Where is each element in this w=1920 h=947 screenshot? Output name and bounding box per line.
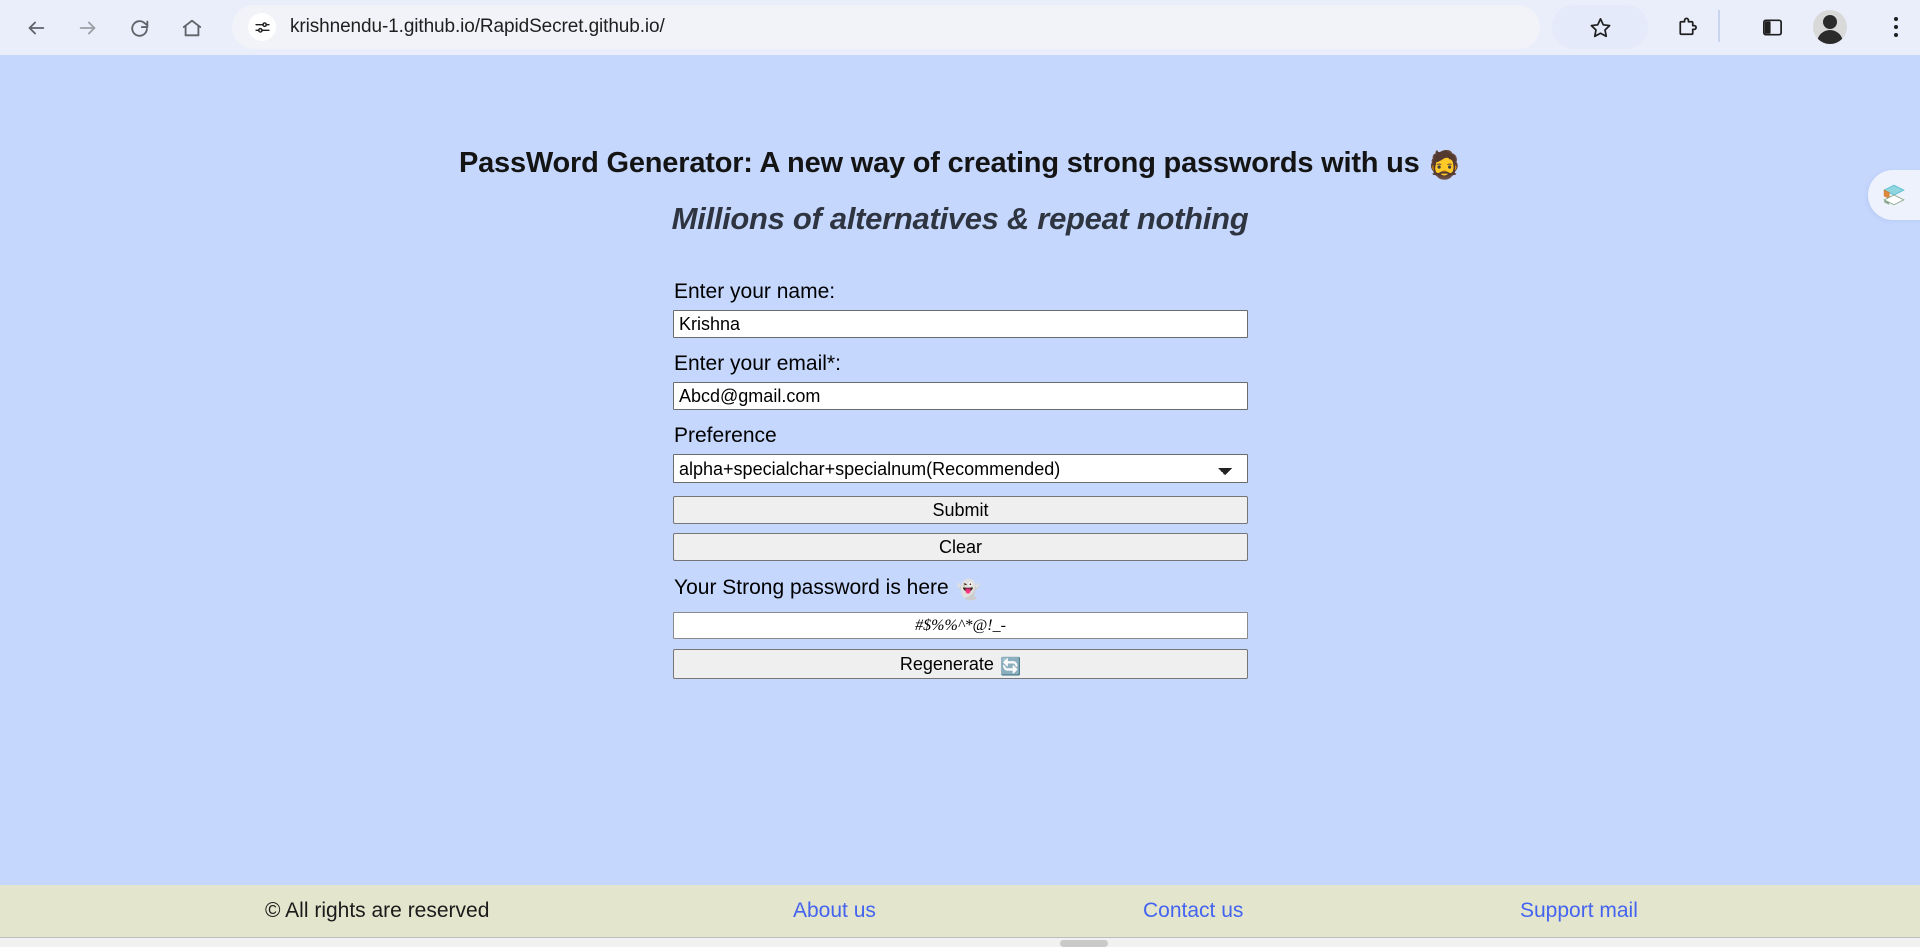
side-panel-button[interactable] [1750, 5, 1794, 49]
horizontal-scrollbar-thumb[interactable] [1060, 940, 1108, 947]
kebab-dot-3 [1894, 33, 1898, 37]
password-generator-form: Enter your name: Enter your email*: Pref… [673, 279, 1248, 688]
puzzle-piece-icon [1678, 17, 1697, 35]
side-tab-button[interactable] [1868, 170, 1920, 220]
side-panel-icon [1762, 18, 1782, 36]
page-content: PassWord Generator: A new way of creatin… [0, 55, 1920, 947]
clear-button[interactable]: Clear [673, 533, 1248, 561]
result-label: Your Strong password is here 👻 [674, 575, 1248, 604]
chrome-menu-button[interactable] [1874, 5, 1918, 49]
tune-icon [254, 21, 270, 33]
result-label-text: Your Strong password is here [674, 576, 949, 599]
horizontal-scrollbar[interactable] [0, 937, 1920, 947]
browser-toolbar: krishnendu-1.github.io/RapidSecret.githu… [0, 0, 1920, 55]
avatar-head [1823, 15, 1837, 29]
kebab-dot-2 [1894, 25, 1898, 29]
back-button[interactable] [14, 6, 58, 50]
layers-stack-icon [1883, 184, 1905, 206]
extensions-button[interactable] [1664, 5, 1708, 49]
star-icon [1590, 17, 1610, 37]
bearded-person-icon: 🧔 [1427, 150, 1462, 180]
preference-label: Preference [674, 424, 777, 447]
copyright-text: © All rights are reserved [265, 899, 490, 922]
profile-avatar[interactable] [1813, 10, 1847, 44]
address-bar[interactable]: krishnendu-1.github.io/RapidSecret.githu… [232, 5, 1540, 49]
footer-link-contact-us[interactable]: Contact us [1143, 899, 1243, 923]
footer-link-support-mail[interactable]: Support mail [1520, 899, 1638, 923]
email-input[interactable] [673, 382, 1248, 410]
page-subtitle: Millions of alternatives & repeat nothin… [671, 201, 1249, 236]
page-footer: © All rights are reserved About us Conta… [0, 885, 1920, 937]
reload-button[interactable] [118, 6, 162, 50]
footer-link-about-us[interactable]: About us [793, 899, 876, 923]
name-input[interactable] [673, 310, 1248, 338]
site-info-icon[interactable] [248, 13, 276, 41]
regenerate-label: Regenerate [899, 654, 994, 674]
submit-button[interactable]: Submit [673, 496, 1248, 524]
ghost-icon: 👻 [956, 580, 981, 601]
forward-button[interactable] [66, 6, 110, 50]
bookmark-button[interactable] [1552, 5, 1648, 49]
refresh-icon: 🔄 [999, 657, 1022, 676]
reload-icon [131, 19, 149, 37]
avatar-body [1817, 30, 1843, 44]
home-icon [182, 19, 202, 36]
email-label: Enter your email*: [674, 352, 841, 375]
toolbar-divider [1718, 10, 1720, 42]
regenerate-button[interactable]: Regenerate 🔄 [673, 649, 1248, 679]
page-title-text: PassWord Generator: A new way of creatin… [458, 147, 1420, 179]
preference-select[interactable]: alpha+specialchar+specialnum(Recommended… [673, 454, 1248, 483]
generated-password-output[interactable] [673, 612, 1248, 639]
forward-arrow-icon [79, 21, 96, 34]
url-text: krishnendu-1.github.io/RapidSecret.githu… [290, 16, 665, 37]
kebab-dot-1 [1894, 17, 1898, 21]
back-arrow-icon [28, 21, 45, 34]
name-label: Enter your name: [674, 280, 836, 303]
home-button[interactable] [170, 6, 214, 50]
page-title: PassWord Generator: A new way of creatin… [0, 55, 1920, 181]
